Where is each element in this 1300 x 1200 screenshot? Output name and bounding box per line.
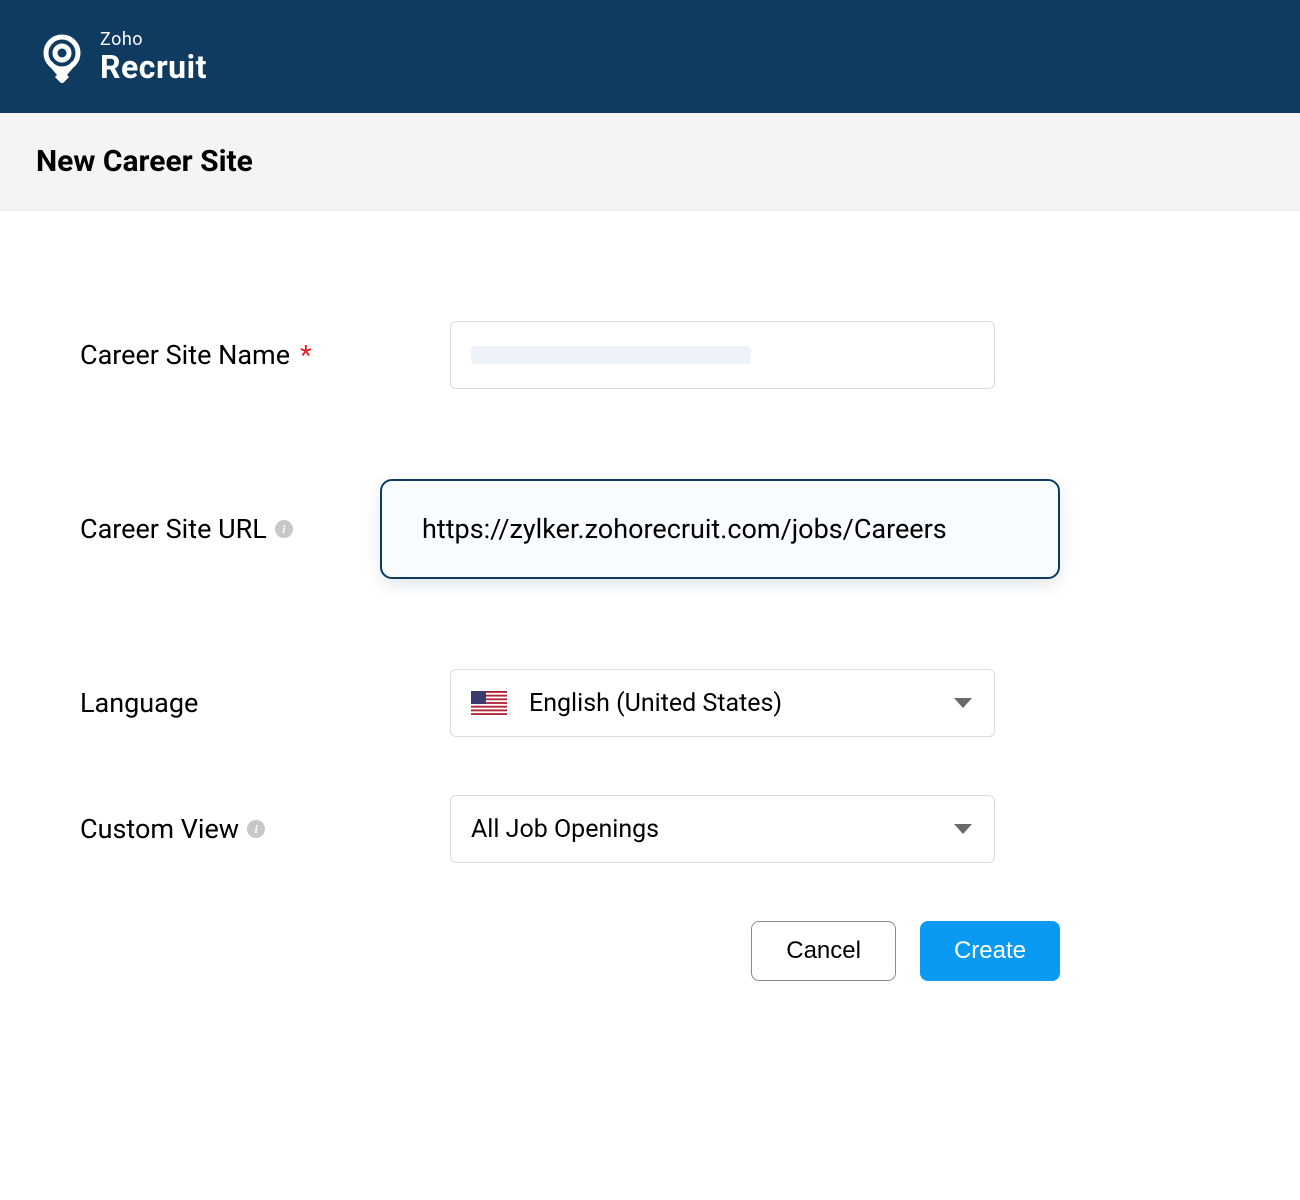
button-row: Cancel Create: [80, 921, 1060, 981]
info-icon[interactable]: i: [275, 520, 293, 538]
language-select[interactable]: English (United States): [450, 669, 995, 737]
row-site-name: Career Site Name *: [80, 321, 1060, 389]
row-language: Language English (United States): [80, 669, 1060, 737]
redacted-placeholder: [471, 346, 751, 364]
custom-view-selected: All Job Openings: [471, 815, 659, 844]
form: Career Site Name * Career Site URL i htt…: [0, 211, 1140, 1021]
page-title-bar: New Career Site: [0, 113, 1300, 211]
site-url-input[interactable]: https://zylker.zohorecruit.com/jobs/Care…: [380, 479, 1060, 579]
recruit-logo-icon: [36, 31, 88, 83]
brand-name-large: Recruit: [100, 51, 207, 83]
site-name-input[interactable]: [450, 321, 995, 389]
info-icon[interactable]: i: [247, 820, 265, 838]
us-flag-icon: [471, 691, 507, 715]
custom-view-select[interactable]: All Job Openings: [450, 795, 995, 863]
label-site-name: Career Site Name *: [80, 339, 450, 371]
site-url-value: https://zylker.zohorecruit.com/jobs/Care…: [422, 513, 947, 545]
language-selected: English (United States): [529, 689, 782, 718]
app-header: Zoho Recruit: [0, 0, 1300, 113]
label-language: Language: [80, 687, 450, 719]
row-custom-view: Custom View i All Job Openings: [80, 795, 1060, 863]
brand-text: Zoho Recruit: [100, 31, 207, 83]
create-button[interactable]: Create: [920, 921, 1060, 981]
chevron-down-icon: [954, 698, 972, 708]
row-site-url: Career Site URL i https://zylker.zohorec…: [80, 479, 1060, 579]
required-star-icon: *: [300, 339, 312, 371]
label-custom-view: Custom View i: [80, 813, 450, 845]
brand-name-small: Zoho: [100, 31, 207, 49]
page-title: New Career Site: [36, 144, 253, 179]
cancel-button[interactable]: Cancel: [751, 921, 896, 981]
brand-logo: Zoho Recruit: [36, 31, 207, 83]
chevron-down-icon: [954, 824, 972, 834]
